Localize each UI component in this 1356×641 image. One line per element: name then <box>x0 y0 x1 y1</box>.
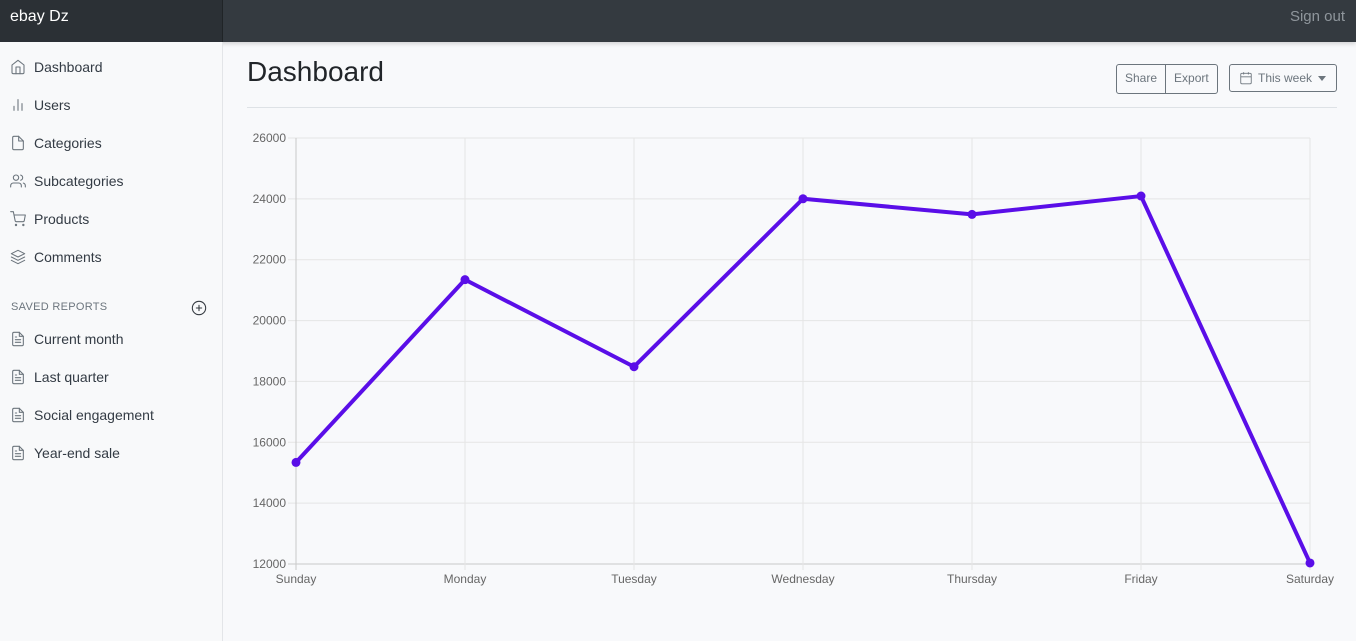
x-tick-label: Saturday <box>1286 572 1334 586</box>
data-point <box>1136 191 1146 201</box>
y-tick-label: 20000 <box>253 314 287 328</box>
x-tick-label: Thursday <box>947 572 997 586</box>
data-point <box>798 194 808 204</box>
x-tick-label: Sunday <box>276 572 317 586</box>
data-point <box>1305 558 1315 568</box>
y-tick-label: 14000 <box>253 496 287 510</box>
line-chart: 12000 14000 16000 18000 20000 22000 24000 26000… <box>253 131 1334 586</box>
x-tick-label: Monday <box>444 572 487 586</box>
data-point <box>291 457 301 467</box>
y-tick-label: 16000 <box>253 435 287 449</box>
data-point <box>460 275 470 285</box>
y-tick-label: 22000 <box>253 253 287 267</box>
y-tick-label: 12000 <box>253 557 287 571</box>
y-tick-label: 24000 <box>253 192 287 206</box>
data-point <box>629 362 639 372</box>
x-tick-label: Wednesday <box>771 572 834 586</box>
y-tick-label: 26000 <box>253 131 287 145</box>
y-tick-label: 18000 <box>253 374 287 388</box>
x-tick-label: Friday <box>1124 572 1157 586</box>
x-tick-label: Tuesday <box>611 572 657 586</box>
data-point <box>967 209 977 219</box>
